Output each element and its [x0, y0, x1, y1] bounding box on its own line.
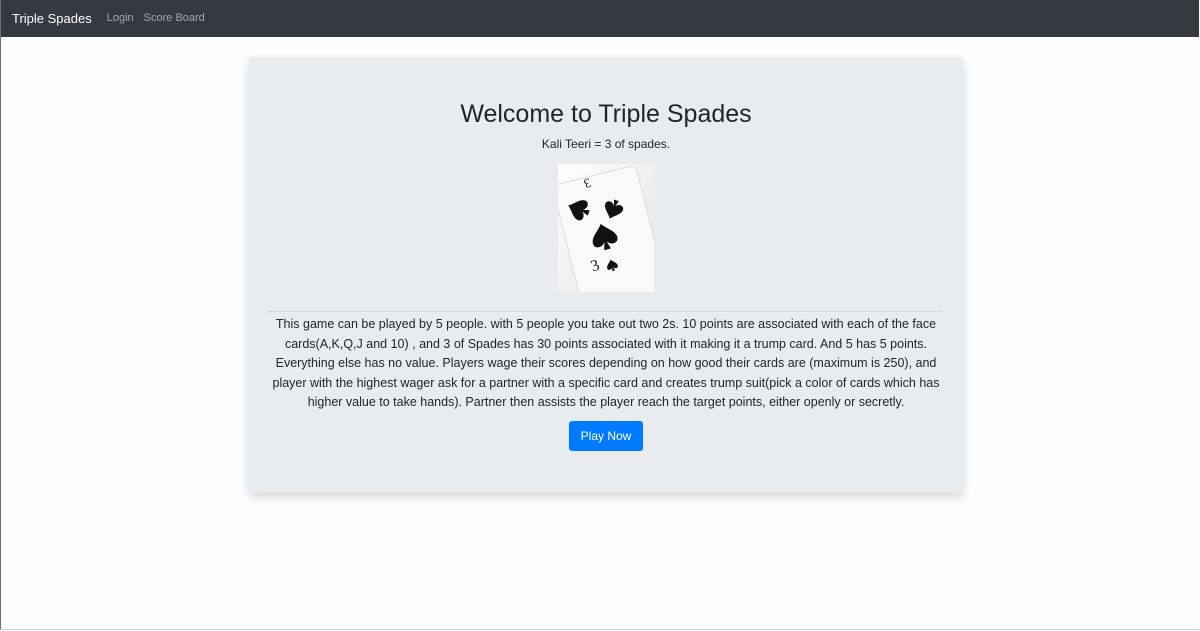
play-now-button[interactable]: Play Now	[569, 421, 643, 451]
navbar: Triple Spades Login Score Board	[1, 0, 1199, 37]
nav-link-login[interactable]: Login	[107, 13, 134, 24]
brand-link[interactable]: Triple Spades	[12, 12, 92, 25]
page-title: Welcome to Triple Spades	[460, 100, 752, 128]
three-of-spades-card-icon: 3 3	[558, 164, 654, 292]
page-subtitle: Kali Teeri = 3 of spades.	[541, 137, 671, 151]
browser-viewport: Triple Spades Login Score Board Welcome …	[0, 0, 1199, 630]
nav-link-score-board[interactable]: Score Board	[144, 13, 205, 24]
divider	[269, 311, 943, 313]
three-of-spades-card-image: 3 3	[558, 164, 654, 292]
welcome-panel: Welcome to Triple Spades Kali Teeri = 3 …	[249, 57, 963, 493]
game-description: This game can be played by 5 people. wit…	[272, 317, 940, 409]
